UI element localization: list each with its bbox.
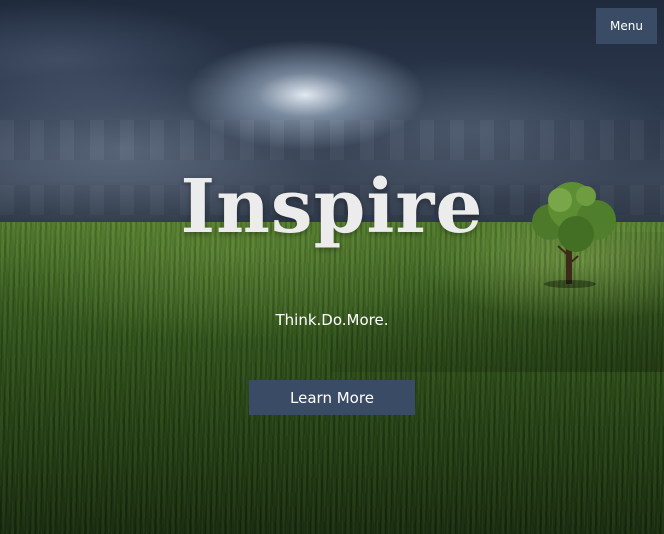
hero-tagline: Think.Do.More. bbox=[275, 311, 389, 329]
hero-title: Inspire bbox=[180, 164, 484, 250]
menu-button[interactable]: Menu bbox=[596, 8, 657, 44]
hero-section bbox=[0, 0, 664, 534]
cloud-layer bbox=[0, 120, 664, 160]
learn-more-button[interactable]: Learn More bbox=[249, 380, 415, 415]
